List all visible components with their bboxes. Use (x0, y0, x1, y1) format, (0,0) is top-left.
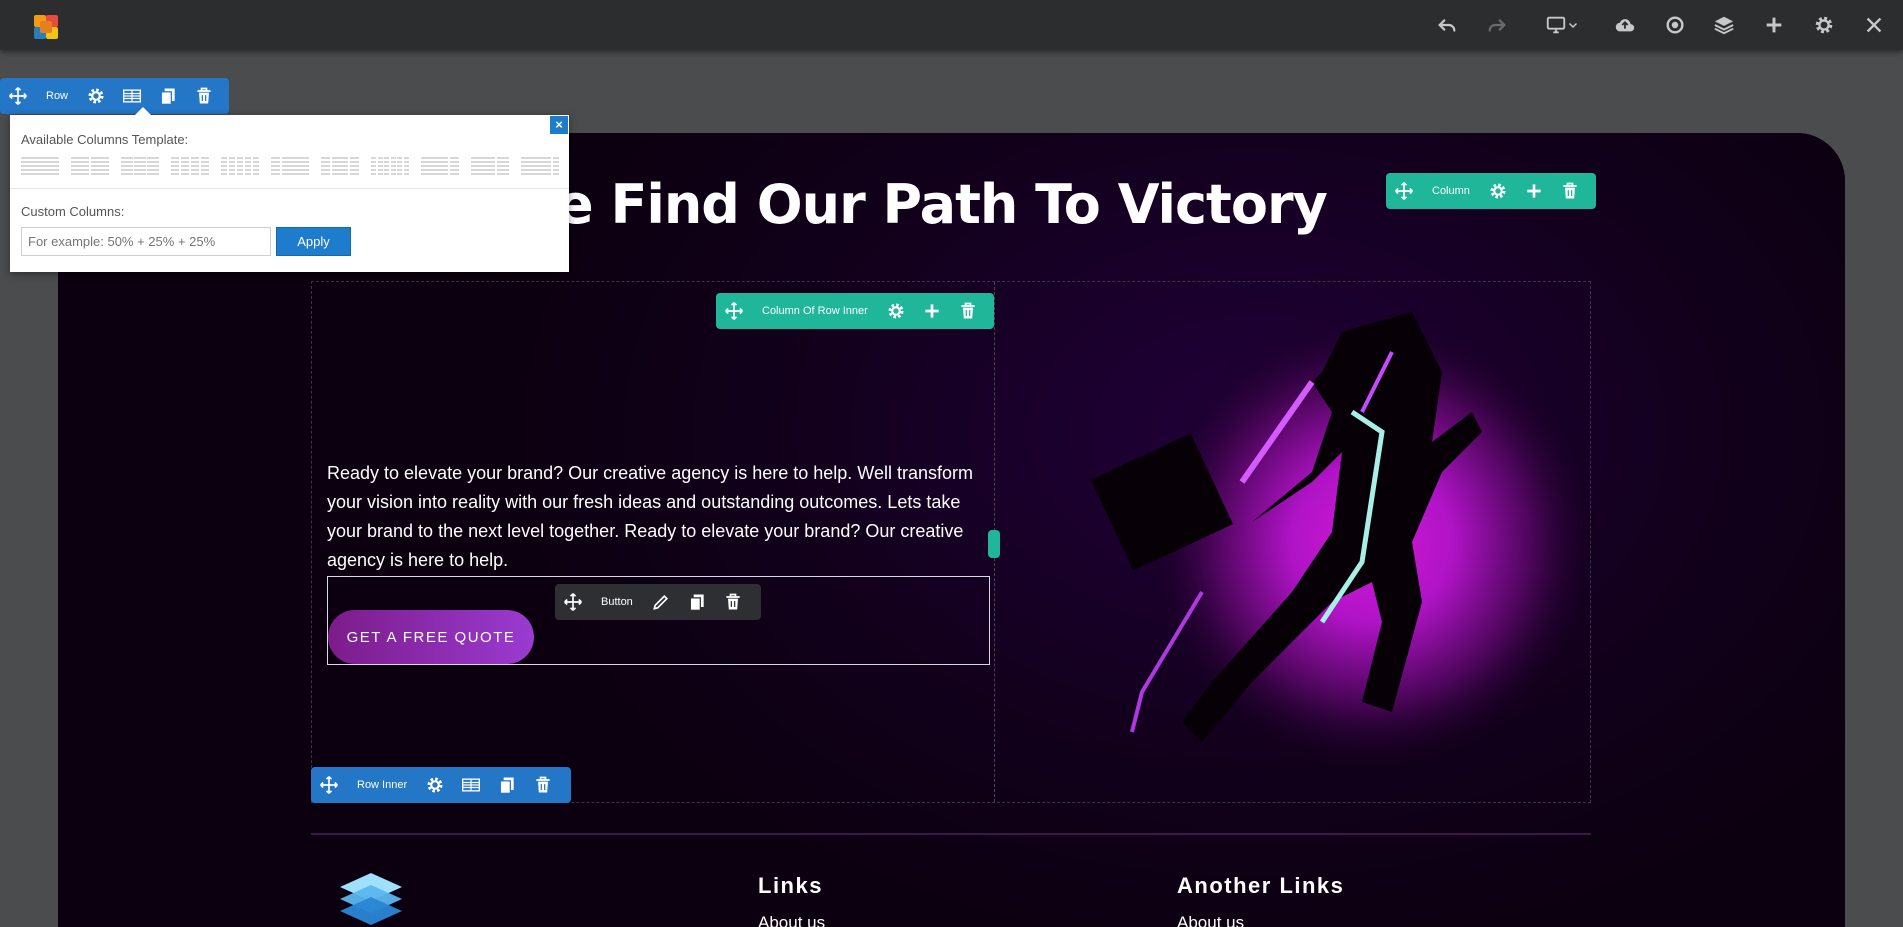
templates-label: Available Columns Template: (21, 132, 189, 147)
footer-link-about[interactable]: About us (758, 913, 825, 927)
gear-icon[interactable] (78, 78, 114, 114)
column-resize-handle[interactable] (988, 530, 1000, 558)
gear-icon[interactable] (1812, 13, 1836, 37)
template-66-33[interactable] (471, 157, 509, 177)
move-icon[interactable] (716, 293, 752, 329)
template-2-col[interactable] (71, 157, 109, 177)
preview-icon[interactable] (1663, 13, 1687, 37)
chevron-down-icon (1568, 22, 1578, 29)
layers-icon[interactable] (1712, 13, 1736, 37)
button-element-label: Button (601, 596, 633, 608)
logo-icon (34, 15, 58, 39)
desktop-icon (1546, 16, 1566, 34)
row-inner[interactable]: Ready to elevate your brand? Our creativ… (311, 281, 1591, 803)
template-4-col[interactable] (171, 157, 209, 177)
footer-logo-icon (340, 873, 402, 925)
move-icon[interactable] (555, 584, 591, 620)
column-inner-label: Column Of Row Inner (762, 305, 868, 317)
gear-icon[interactable] (417, 767, 453, 803)
row-label: Row (46, 90, 69, 102)
move-icon[interactable] (0, 78, 36, 114)
move-icon[interactable] (311, 767, 347, 803)
template-75-25[interactable] (421, 157, 459, 177)
template-3-col[interactable] (121, 157, 159, 177)
trash-icon[interactable] (525, 767, 561, 803)
trash-icon[interactable] (186, 78, 222, 114)
row-inner-label: Row Inner (357, 779, 408, 791)
apply-button[interactable]: Apply (276, 227, 351, 256)
running-man-illustration (1091, 312, 1587, 772)
device-switcher[interactable] (1540, 13, 1584, 37)
template-80-20[interactable] (521, 157, 559, 177)
column-toolbar: Column (1386, 173, 1596, 209)
get-quote-button[interactable]: GET A FREE QUOTE (328, 610, 534, 664)
column-inner-toolbar: Column Of Row Inner (716, 293, 994, 329)
editor-topbar (0, 0, 1903, 50)
footer-another-links-heading: Another Links (1177, 873, 1345, 898)
gear-icon[interactable] (1480, 173, 1516, 209)
column-templates (21, 157, 561, 179)
cloud-upload-icon[interactable] (1613, 13, 1637, 37)
trash-icon[interactable] (1552, 173, 1588, 209)
undo-icon[interactable] (1435, 13, 1459, 37)
popup-arrow (135, 107, 151, 115)
custom-columns-input[interactable] (21, 227, 271, 256)
column-of-row-inner[interactable]: Ready to elevate your brand? Our creativ… (312, 282, 995, 802)
template-25-75[interactable] (271, 157, 309, 177)
popup-close-button[interactable]: × (550, 116, 568, 134)
popup-separator (10, 188, 569, 189)
plus-icon[interactable] (1516, 173, 1552, 209)
custom-columns-label: Custom Columns: (21, 204, 125, 219)
plus-icon[interactable] (1762, 13, 1786, 37)
plus-icon[interactable] (914, 293, 950, 329)
footer-link-about-2[interactable]: About us (1177, 913, 1244, 927)
button-toolbar: Button (555, 584, 761, 620)
copy-icon[interactable] (679, 584, 715, 620)
body-text: Ready to elevate your brand? Our creativ… (327, 463, 973, 570)
redo-icon[interactable] (1485, 13, 1509, 37)
gear-icon[interactable] (878, 293, 914, 329)
footer-links-heading: Links (758, 873, 823, 898)
move-icon[interactable] (1386, 173, 1422, 209)
row-inner-toolbar: Row Inner (311, 767, 571, 803)
template-1-col[interactable] (21, 157, 59, 177)
columns-icon[interactable] (453, 767, 489, 803)
footer-divider (311, 833, 1591, 835)
trash-icon[interactable] (950, 293, 986, 329)
trash-icon[interactable] (715, 584, 751, 620)
template-25-50-25[interactable] (321, 157, 359, 177)
copy-icon[interactable] (150, 78, 186, 114)
column-label: Column (1432, 185, 1470, 197)
copy-icon[interactable] (489, 767, 525, 803)
row-toolbar: Row (0, 78, 229, 114)
template-6-col[interactable] (371, 157, 409, 177)
columns-template-popup: × Available Columns Template: Custom Col… (10, 107, 569, 272)
close-icon[interactable] (1862, 13, 1886, 37)
pencil-icon[interactable] (643, 584, 679, 620)
template-5-col[interactable] (221, 157, 259, 177)
